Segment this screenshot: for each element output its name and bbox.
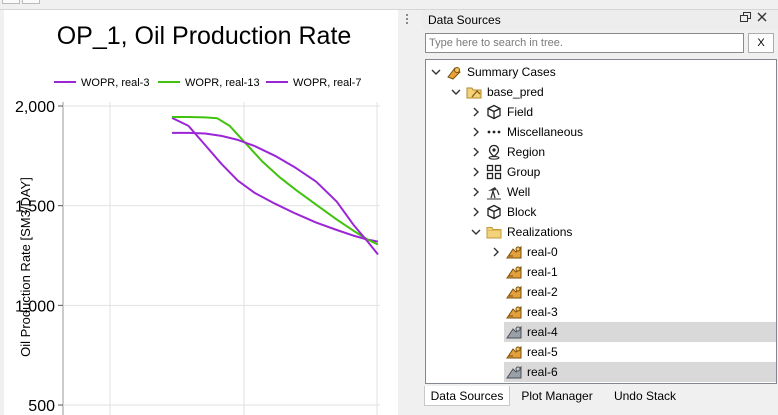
- tree-item-field[interactable]: Field: [426, 102, 776, 122]
- tree-item-real-6[interactable]: real-6: [426, 362, 776, 382]
- toolbar-button[interactable]: [22, 0, 40, 4]
- realization-icon: [506, 244, 522, 260]
- tree-item-label: Field: [507, 105, 534, 119]
- chart-title: OP_1, Oil Production Rate: [57, 22, 352, 50]
- tree-item-region[interactable]: Region: [426, 142, 776, 162]
- tree-item-well[interactable]: Well: [426, 182, 776, 202]
- region-pin-icon: [486, 144, 502, 160]
- close-icon[interactable]: [755, 12, 769, 26]
- app-window: OP_1, Oil Production Rate WOPR, real-3 WO…: [0, 0, 778, 415]
- chevron-down-icon[interactable]: [470, 225, 482, 239]
- realization-selected-icon: [506, 364, 522, 380]
- summary-cases-icon: [446, 64, 462, 80]
- y-tick-label: 2,000: [15, 99, 55, 116]
- tree-item-label: real-5: [527, 345, 558, 359]
- tree-item-group[interactable]: Group: [426, 162, 776, 182]
- tree-item-label: real-0: [527, 245, 558, 259]
- tree-item-label: base_pred: [487, 85, 544, 99]
- block-cube-icon: [486, 204, 502, 220]
- tree-item-label: real-4: [527, 325, 558, 339]
- tree-item-real-2[interactable]: real-2: [426, 282, 776, 302]
- dock-tab-bar: Data Sources Plot Manager Undo Stack: [422, 385, 778, 415]
- tree-item-real-5[interactable]: real-5: [426, 342, 776, 362]
- chevron-right-icon[interactable]: [490, 245, 502, 259]
- chart-legend: WOPR, real-3 WOPR, real-13 WOPR, real-7: [54, 77, 361, 89]
- tree-item-label: real-3: [527, 305, 558, 319]
- tree-item-label: real-6: [527, 365, 558, 379]
- tree-item-label: Miscellaneous: [507, 125, 584, 139]
- dock-title: Data Sources: [428, 13, 501, 27]
- chevron-down-icon[interactable]: [450, 85, 462, 99]
- tree-item-base-pred[interactable]: base_pred: [426, 82, 776, 102]
- tree-item-realizations[interactable]: Realizations: [426, 222, 776, 242]
- realization-icon: [506, 344, 522, 360]
- legend-label: WOPR, real-3: [81, 77, 149, 89]
- series-line: [172, 131, 379, 256]
- data-sources-dock: Data Sources X Summary Cases base_pred Fie…: [422, 10, 778, 415]
- series-line: [172, 116, 379, 246]
- tree-item-real-1[interactable]: real-1: [426, 262, 776, 282]
- tree-item-summary-cases[interactable]: Summary Cases: [426, 62, 776, 82]
- y-axis-label: Oil Production Rate [SM3/DAY]: [18, 177, 33, 357]
- float-icon[interactable]: [738, 12, 752, 26]
- tree-item-block[interactable]: Block: [426, 202, 776, 222]
- chevron-right-icon[interactable]: [470, 165, 482, 179]
- tree-item-label: Summary Cases: [467, 65, 556, 79]
- dots-icon: [486, 124, 502, 140]
- realization-icon: [506, 284, 522, 300]
- splitter-grip: [406, 22, 408, 24]
- top-toolbar-strip: [0, 0, 778, 10]
- chevron-right-icon[interactable]: [470, 105, 482, 119]
- splitter-grip: [406, 14, 408, 16]
- tree-item-real-3[interactable]: real-3: [426, 302, 776, 322]
- field-cube-icon: [486, 104, 502, 120]
- dock-title-bar[interactable]: Data Sources: [422, 10, 778, 30]
- chevron-down-icon[interactable]: [430, 65, 442, 79]
- tree-item-label: Realizations: [507, 225, 573, 239]
- tab-plot-manager[interactable]: Plot Manager: [512, 386, 602, 406]
- chevron-right-icon[interactable]: [470, 125, 482, 139]
- line-chart: OP_1, Oil Production Rate WOPR, real-3 WO…: [15, 22, 380, 415]
- legend-label: WOPR, real-7: [293, 77, 361, 89]
- splitter-grip: [406, 18, 408, 20]
- tree-item-miscellaneous[interactable]: Miscellaneous: [426, 122, 776, 142]
- series-lines: [171, 116, 379, 256]
- clear-search-button[interactable]: X: [748, 33, 774, 53]
- tab-undo-stack[interactable]: Undo Stack: [604, 386, 686, 406]
- realization-icon: [506, 264, 522, 280]
- chart-grid: [62, 102, 380, 415]
- group-grid-icon: [486, 164, 502, 180]
- chevron-right-icon[interactable]: [470, 145, 482, 159]
- tree-item-label: Block: [507, 205, 537, 219]
- tree-item-label: Well: [507, 185, 531, 199]
- well-icon: [486, 184, 502, 200]
- tree-search-input[interactable]: [425, 33, 744, 53]
- realization-icon: [506, 304, 522, 320]
- case-folder-icon: [466, 84, 482, 100]
- legend-label: WOPR, real-13: [185, 77, 260, 89]
- chevron-right-icon[interactable]: [470, 185, 482, 199]
- plot-window[interactable]: OP_1, Oil Production Rate WOPR, real-3 WO…: [4, 10, 398, 415]
- folder-icon: [486, 224, 502, 240]
- tree-item-real-0[interactable]: real-0: [426, 242, 776, 262]
- series-line: [171, 117, 379, 243]
- tab-data-sources[interactable]: Data Sources: [424, 386, 510, 406]
- tree-item-label: real-1: [527, 265, 558, 279]
- tree-item-label: Group: [507, 165, 541, 179]
- realization-selected-icon: [506, 324, 522, 340]
- y-tick-label: 500: [28, 398, 55, 415]
- toolbar-button[interactable]: [2, 0, 20, 4]
- tree-item-real-4[interactable]: real-4: [426, 322, 776, 342]
- data-sources-tree[interactable]: Summary Cases base_pred Field Miscellaneous…: [425, 59, 777, 384]
- tree-item-label: Region: [507, 145, 546, 159]
- tree-item-label: real-2: [527, 285, 558, 299]
- chevron-right-icon[interactable]: [470, 205, 482, 219]
- panel-splitter[interactable]: [404, 10, 410, 415]
